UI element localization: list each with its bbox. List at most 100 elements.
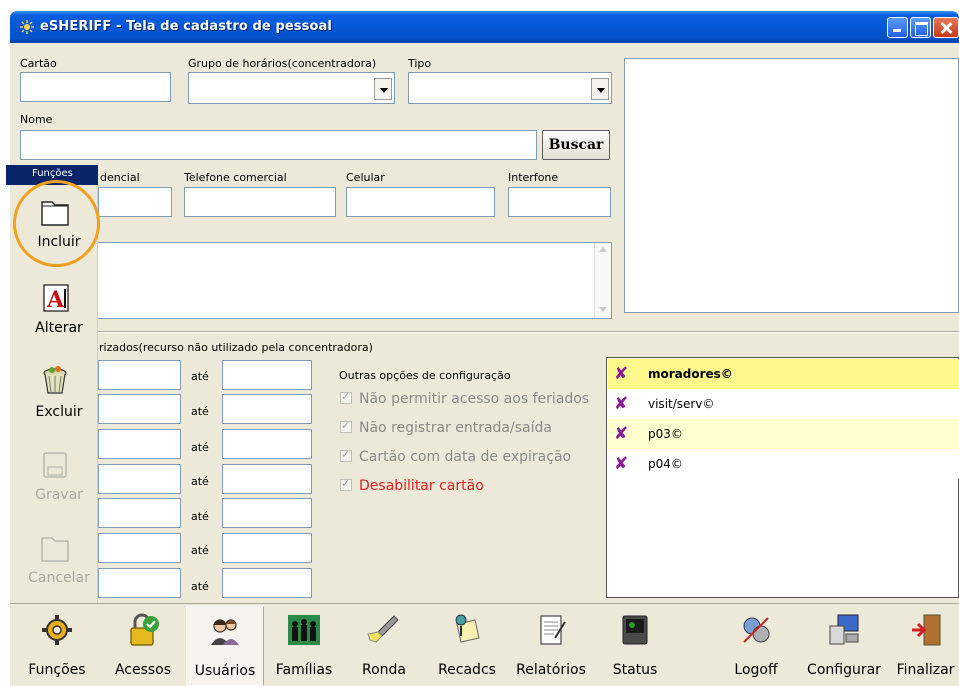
excluir-button[interactable]: Excluir (14, 358, 94, 440)
ate-label: até (191, 475, 209, 488)
cartao-input[interactable] (20, 72, 171, 102)
list-item[interactable]: ✘ visit/serv© (608, 389, 959, 419)
users-icon (211, 619, 239, 645)
scroll-down-icon[interactable] (599, 307, 607, 312)
close-button[interactable] (933, 17, 959, 38)
alterar-button[interactable]: A Alterar (14, 274, 94, 356)
remove-x-icon[interactable]: ✘ (614, 454, 628, 474)
computer-settings-icon (829, 614, 859, 645)
tel-comercial-input[interactable] (184, 187, 336, 217)
ate-label: até (191, 441, 209, 454)
interfone-input[interactable] (508, 187, 611, 217)
grupo-horarios-label: Grupo de horários(concentradora) (188, 57, 377, 70)
range-from-input[interactable] (98, 464, 181, 494)
lock-check-icon (130, 613, 159, 646)
range-to-input[interactable] (222, 360, 312, 390)
range-from-input[interactable] (98, 394, 181, 424)
logoff-icon (743, 617, 770, 643)
toolbar-logoff-button[interactable]: Logoff (722, 606, 790, 686)
range-to-input[interactable] (222, 464, 312, 494)
remove-x-icon[interactable]: ✘ (614, 424, 628, 444)
range-to-input[interactable] (222, 394, 312, 424)
nome-label: Nome (20, 113, 53, 126)
range-from-input[interactable] (98, 498, 181, 528)
ate-label: até (191, 370, 209, 383)
gravar-button[interactable]: Gravar (14, 441, 94, 523)
range-to-input[interactable] (222, 533, 312, 563)
highlight-ring (13, 180, 100, 267)
no-register-entry-checkbox[interactable]: Não registrar entrada/saída (340, 419, 552, 436)
app-icon (20, 20, 34, 34)
tipo-label: Tipo (408, 57, 432, 70)
toolbar-recadcs-button[interactable]: Recadcs (428, 606, 506, 686)
chevron-down-icon[interactable] (591, 78, 609, 100)
photo-frame (624, 58, 959, 313)
folder-icon (41, 537, 69, 562)
tipo-select[interactable] (408, 72, 612, 104)
residencial-label: dencial (100, 171, 140, 184)
checkbox-icon[interactable] (340, 477, 352, 491)
messages-icon (455, 614, 480, 643)
svg-text:A: A (46, 287, 65, 313)
toolbar-status-button[interactable]: Status (600, 606, 670, 686)
toolbar-relatorios-button[interactable]: Relatórios (508, 606, 594, 686)
no-holiday-access-checkbox[interactable]: Não permitir acesso aos feriados (340, 390, 589, 407)
disable-card-checkbox[interactable]: Desabilitar cartão (340, 477, 484, 494)
toolbar-finalizar-button[interactable]: Finalizar (892, 606, 959, 686)
scrollbar[interactable] (594, 243, 611, 318)
family-icon (288, 615, 320, 645)
report-icon (540, 615, 566, 645)
notes-textarea[interactable] (90, 242, 612, 319)
checkbox-icon[interactable] (340, 419, 352, 433)
checkbox-icon[interactable] (340, 448, 352, 462)
list-item[interactable]: ✘ moradores© (608, 359, 959, 389)
range-from-input[interactable] (98, 533, 181, 563)
range-to-input[interactable] (222, 429, 312, 459)
residencial-input[interactable] (98, 187, 172, 217)
chevron-down-icon[interactable] (374, 78, 392, 100)
gear-icon (42, 615, 72, 645)
exit-door-icon (911, 614, 940, 646)
toolbar-usuarios-button[interactable]: Usuários (186, 606, 264, 686)
interfone-label: Interfone (508, 171, 559, 184)
tel-comercial-label: Telefone comercial (184, 171, 287, 184)
ate-label: até (191, 544, 209, 557)
remove-x-icon[interactable]: ✘ (614, 394, 628, 414)
title-bar[interactable]: eSHERIFF - Tela de cadastro de pessoal (10, 11, 959, 43)
range-from-input[interactable] (98, 360, 181, 390)
range-to-input[interactable] (222, 498, 312, 528)
range-to-input[interactable] (222, 568, 312, 598)
status-monitor-icon (622, 615, 648, 645)
checkbox-icon[interactable] (340, 390, 352, 404)
toolbar-acessos-button[interactable]: Acessos (104, 606, 182, 686)
maximize-button[interactable] (910, 17, 931, 38)
celular-input[interactable] (346, 187, 495, 217)
grupo-horarios-select[interactable] (188, 72, 395, 104)
nome-input[interactable] (20, 130, 537, 160)
ate-label: até (191, 405, 209, 418)
scroll-up-icon[interactable] (599, 247, 607, 252)
list-item[interactable]: ✘ p03© (608, 419, 959, 449)
ate-label: até (191, 510, 209, 523)
save-icon (43, 452, 67, 478)
groups-list[interactable]: ✘ moradores© ✘ visit/serv© ✘ p03© ✘ p04© (606, 357, 959, 598)
flashlight-icon (367, 615, 399, 643)
edit-a-icon: A (43, 284, 69, 313)
toolbar-familias-button[interactable]: Famílias (266, 606, 342, 686)
celular-label: Celular (346, 171, 385, 184)
trash-icon (43, 366, 67, 394)
toolbar-funcoes-button[interactable]: Funções (12, 606, 102, 686)
range-from-input[interactable] (98, 429, 181, 459)
toolbar-ronda-button[interactable]: Ronda (346, 606, 422, 686)
card-expiration-checkbox[interactable]: Cartão com data de expiração (340, 448, 571, 465)
minimize-button[interactable] (887, 17, 908, 38)
list-item[interactable]: ✘ p04© (608, 449, 959, 479)
range-from-input[interactable] (98, 568, 181, 598)
section-divider (90, 331, 959, 333)
remove-x-icon[interactable]: ✘ (614, 364, 628, 384)
ate-label: até (191, 580, 209, 593)
buscar-button[interactable]: Buscar (542, 130, 610, 160)
cancelar-button[interactable]: Cancelar (14, 524, 94, 606)
cartao-label: Cartão (20, 57, 57, 70)
toolbar-configurar-button[interactable]: Configurar (802, 606, 886, 686)
